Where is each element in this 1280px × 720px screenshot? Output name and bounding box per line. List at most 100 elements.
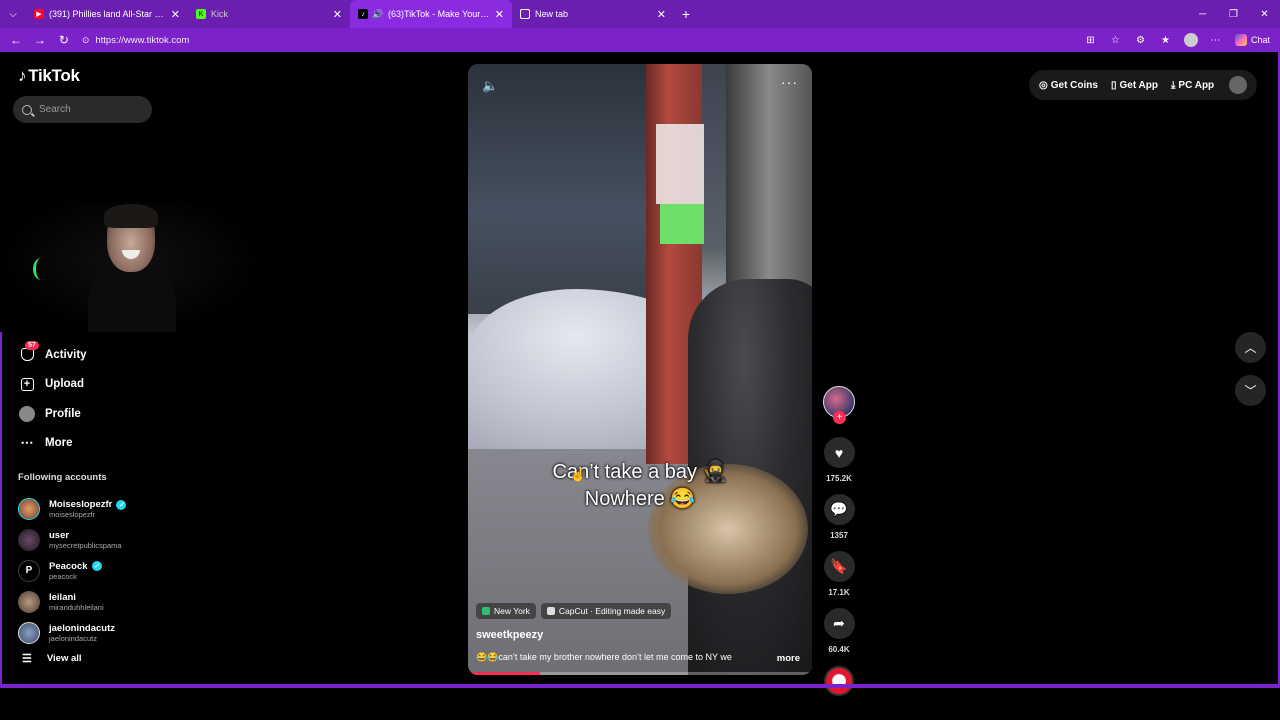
share-arrow-icon: ➦ (833, 615, 845, 631)
capcut-icon (546, 607, 555, 615)
close-tab-icon[interactable]: ✕ (171, 8, 180, 21)
next-video-button[interactable]: ﹀ (1235, 375, 1266, 406)
phone-icon: ▯ (1110, 79, 1117, 91)
browser-tab-kick[interactable]: K Kick ✕ (188, 0, 350, 28)
window-frame-bottom (0, 684, 1280, 688)
favorites-icon[interactable]: ★ (1154, 29, 1177, 51)
ellipsis-icon: ⋯ (20, 435, 34, 451)
verified-check-icon: ✓ (91, 561, 102, 572)
account-name: Moiseslopezfr (49, 499, 113, 511)
creator-avatar[interactable]: + (823, 386, 855, 424)
browser-tab-tiktok[interactable]: ♪ 🔊 (63)TikTok - Make Your Day ✕ (350, 0, 512, 28)
tab-title: New tab (535, 9, 569, 19)
pc-app-label: PC App (1178, 79, 1215, 91)
get-app-button[interactable]: ▯ Get App (1111, 80, 1158, 91)
avatar (18, 529, 40, 552)
browser-tab-youtube[interactable]: ▶ (391) Phillies land All-Star closer Jh… (26, 0, 188, 28)
account-username: miranduhhleilani (49, 602, 104, 612)
address-bar[interactable]: ⊙ https://www.tiktok.com (82, 30, 1079, 50)
sidebar-item-profile[interactable]: Profile (18, 399, 87, 429)
tiktok-page: ♪ TikTok Search 57 Activity + Upload Pro… (0, 52, 1280, 696)
download-icon: ⤓ (1171, 79, 1176, 91)
more-options-icon[interactable]: ··· (781, 74, 798, 90)
search-input[interactable]: Search (13, 96, 152, 123)
window-controls: ─ ❐ ✕ (1187, 0, 1280, 28)
get-coins-button[interactable]: ◎ Get Coins (1039, 80, 1098, 91)
caption-line: Can’t take a bay 🥷 (552, 461, 728, 483)
share-button[interactable]: ➦ (823, 608, 855, 639)
reload-icon[interactable]: ↻ (52, 28, 76, 52)
get-coins-label: Get Coins (1050, 79, 1098, 91)
new-tab-button[interactable]: + (674, 0, 698, 28)
tiktok-note-icon: ♪ (18, 66, 27, 85)
list-item[interactable]: jaelonindacutz jaelonindacutz (18, 617, 126, 648)
previous-video-button[interactable]: ︿ (1235, 332, 1266, 363)
chevron-up-icon: ︿ (1244, 341, 1257, 355)
webcam-hair (104, 204, 158, 228)
capcut-label: CapCut · Editing made easy (558, 606, 666, 616)
newtab-icon (520, 9, 530, 19)
extensions-icon[interactable]: ⚙ (1129, 29, 1152, 51)
expand-description-button[interactable]: more (777, 653, 800, 664)
youtube-icon: ▶ (34, 9, 44, 19)
site-info-icon[interactable]: ⊙ (82, 35, 90, 46)
close-tab-icon[interactable]: ✕ (657, 8, 666, 21)
browser-tabstrip: ⌵ ▶ (391) Phillies land All-Star closer … (0, 0, 1280, 28)
pc-app-button[interactable]: ⤓ PC App (1171, 80, 1214, 91)
account-name: Peacock (49, 560, 88, 572)
forward-icon[interactable]: → (28, 28, 52, 52)
list-item[interactable]: leilani miranduhhleilani (18, 586, 126, 617)
save-button[interactable]: 🔖 (823, 551, 855, 582)
video-caption: Can’t take a bay 🥷 Nowhere 😂 (468, 459, 812, 513)
webcam-body (88, 264, 176, 332)
capcut-chip[interactable]: CapCut · Editing made easy (540, 603, 672, 619)
close-window-icon[interactable]: ✕ (1249, 0, 1280, 28)
sidebar-item-activity[interactable]: 57 Activity (18, 340, 87, 370)
account-name: user (49, 530, 70, 542)
user-avatar[interactable] (1229, 76, 1247, 94)
video-player[interactable]: 🔈 ··· Can’t take a bay 🥷 Nowhere 😂 New Y… (468, 64, 812, 675)
follow-plus-icon[interactable]: + (833, 411, 846, 424)
favorite-star-icon[interactable]: ☆ (1104, 29, 1127, 51)
account-username: peacock (49, 571, 77, 581)
account-name: jaelonindacutz (49, 622, 115, 634)
inbox-icon: 57 (18, 340, 39, 364)
heart-icon: ♥ (834, 444, 844, 461)
sidebar-item-more[interactable]: ⋯ More (18, 429, 87, 459)
view-all-button[interactable]: ☰ View all (22, 652, 82, 665)
comment-button[interactable]: 💬 (823, 494, 855, 525)
speaker-icon[interactable]: 🔊 (372, 9, 383, 19)
app-available-icon[interactable]: ⊞ (1079, 29, 1102, 51)
account-username: mysecretpublicspama (49, 541, 122, 551)
minimize-icon[interactable]: ─ (1187, 0, 1218, 28)
sound-disc[interactable] (824, 666, 854, 696)
tab-actions-menu-icon[interactable]: ⌵ (0, 0, 26, 28)
copilot-chat-button[interactable]: Chat (1229, 29, 1276, 51)
profile-avatar-icon (18, 405, 36, 423)
close-tab-icon[interactable]: ✕ (333, 8, 342, 21)
video-sign (656, 124, 704, 204)
back-icon[interactable]: ← (4, 28, 28, 52)
coin-icon: ◎ (1039, 79, 1048, 91)
like-button[interactable]: ♥ (823, 437, 855, 468)
location-label: New York (494, 606, 530, 616)
following-accounts-title: Following accounts (18, 472, 107, 483)
list-item[interactable]: P Peacock ✓ peacock (18, 556, 126, 587)
search-icon (22, 104, 32, 115)
tiktok-logo[interactable]: ♪ TikTok (18, 66, 80, 86)
following-accounts-list: Moiseslopezfr ✓ moiseslopezfr user mysecret… (18, 494, 127, 648)
volume-icon[interactable]: 🔈 (482, 78, 498, 94)
settings-more-icon[interactable]: ⋯ (1204, 29, 1227, 51)
list-item[interactable]: Moiseslopezfr ✓ moiseslopezfr (18, 494, 127, 525)
list-item[interactable]: user mysecretpublicspama (18, 525, 126, 556)
restore-icon[interactable]: ❐ (1218, 0, 1249, 28)
browser-tab-newtab[interactable]: New tab ✕ (512, 0, 674, 28)
video-author[interactable]: sweetkpeezy (476, 629, 543, 641)
webcam-light-ring (33, 258, 49, 280)
location-chip[interactable]: New York (476, 603, 536, 619)
profile-avatar[interactable] (1179, 29, 1202, 51)
close-tab-icon[interactable]: ✕ (495, 8, 504, 21)
video-progress-bar[interactable] (468, 672, 812, 675)
sidebar-item-upload[interactable]: + Upload (18, 370, 87, 400)
url-text: https://www.tiktok.com (95, 34, 190, 46)
